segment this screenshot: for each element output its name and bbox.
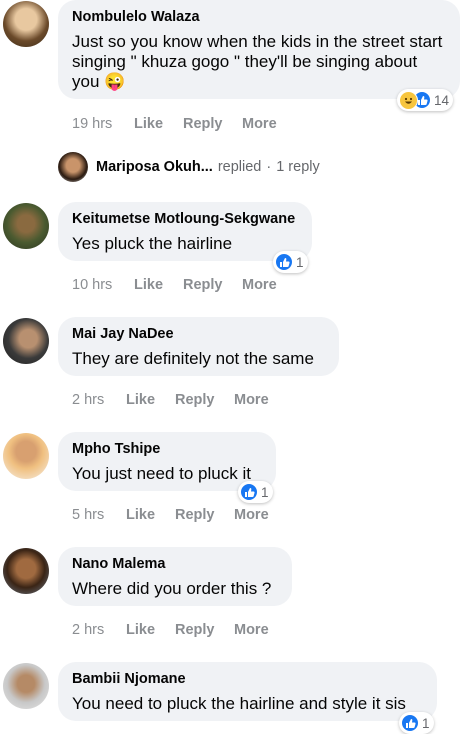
reaction-summary[interactable]: 1 (238, 481, 273, 503)
commenter-name[interactable]: Mpho Tshipe (72, 441, 262, 458)
reply-button[interactable]: Reply (175, 507, 234, 523)
comment-text: Where did you order this ? (72, 579, 272, 598)
comment-actions: 2 hrs Like Reply More (72, 392, 269, 408)
comment-bubble: Nano Malema Where did you order this ? (58, 547, 292, 606)
more-button[interactable]: More (234, 392, 269, 408)
comment-text: They are definitely not the same (72, 349, 314, 368)
reply-preview[interactable]: Mariposa Okuh... replied · 1 reply (58, 152, 320, 182)
commenter-name[interactable]: Nano Malema (72, 556, 278, 573)
reply-count[interactable]: 1 reply (276, 159, 320, 175)
reply-action: replied (217, 159, 262, 175)
separator: · (266, 159, 272, 175)
reaction-count: 1 (261, 484, 269, 500)
avatar[interactable] (3, 548, 49, 594)
more-button[interactable]: More (242, 116, 277, 132)
reaction-count: 1 (422, 715, 430, 731)
commenter-name[interactable]: Bambii Njomane (72, 671, 423, 688)
comment-actions: 2 hrs Like Reply More (72, 622, 269, 638)
timestamp[interactable]: 5 hrs (72, 507, 126, 523)
comment-bubble: Mai Jay NaDee They are definitely not th… (58, 317, 339, 376)
like-icon (275, 253, 293, 271)
more-button[interactable]: More (234, 622, 269, 638)
winking-tongue-emoji: 😜 (104, 72, 126, 91)
avatar[interactable] (3, 318, 49, 364)
like-button[interactable]: Like (126, 622, 175, 638)
comment-bubble: Bambii Njomane You need to pluck the hai… (58, 662, 437, 721)
comment-actions: 5 hrs Like Reply More (72, 507, 269, 523)
more-button[interactable]: More (242, 277, 277, 293)
avatar[interactable] (3, 203, 49, 249)
reply-author[interactable]: Mariposa Okuh... (96, 159, 213, 175)
like-icon (240, 483, 258, 501)
like-button[interactable]: Like (134, 116, 183, 132)
commenter-name[interactable]: Keitumetse Motloung-Sekgwane (72, 211, 298, 228)
avatar (58, 152, 88, 182)
comment-actions: 10 hrs Like Reply More (72, 277, 277, 293)
avatar[interactable] (3, 1, 49, 47)
avatar[interactable] (3, 663, 49, 709)
reaction-count: 14 (434, 92, 450, 108)
comment-text: You just need to pluck it (72, 464, 251, 483)
reaction-summary[interactable]: 1 (273, 251, 308, 273)
reaction-summary[interactable]: 1 (399, 712, 434, 734)
like-button[interactable]: Like (126, 507, 175, 523)
like-button[interactable]: Like (126, 392, 175, 408)
like-icon (401, 714, 419, 732)
reply-button[interactable]: Reply (183, 277, 242, 293)
comment-text: Just so you know when the kids in the st… (72, 32, 446, 92)
commenter-name[interactable]: Nombulelo Walaza (72, 9, 446, 26)
comment-bubble: Keitumetse Motloung-Sekgwane Yes pluck t… (58, 202, 312, 261)
comment-text: Yes pluck the hairline (72, 234, 233, 253)
comment-actions: 19 hrs Like Reply More (72, 116, 277, 132)
more-button[interactable]: More (234, 507, 269, 523)
comment-body: Just so you know when the kids in the st… (72, 32, 443, 91)
reply-button[interactable]: Reply (175, 392, 234, 408)
avatar[interactable] (3, 433, 49, 479)
comment-text: You need to pluck the hairline and style… (72, 694, 406, 713)
reply-button[interactable]: Reply (183, 116, 242, 132)
timestamp[interactable]: 10 hrs (72, 277, 134, 293)
comment-bubble: Nombulelo Walaza Just so you know when t… (58, 0, 460, 99)
timestamp[interactable]: 2 hrs (72, 392, 126, 408)
timestamp[interactable]: 2 hrs (72, 622, 126, 638)
haha-icon (399, 90, 418, 110)
commenter-name[interactable]: Mai Jay NaDee (72, 326, 325, 343)
reaction-summary[interactable]: 14 (397, 89, 454, 111)
like-button[interactable]: Like (134, 277, 183, 293)
reaction-count: 1 (296, 254, 304, 270)
timestamp[interactable]: 19 hrs (72, 116, 134, 132)
reply-button[interactable]: Reply (175, 622, 234, 638)
